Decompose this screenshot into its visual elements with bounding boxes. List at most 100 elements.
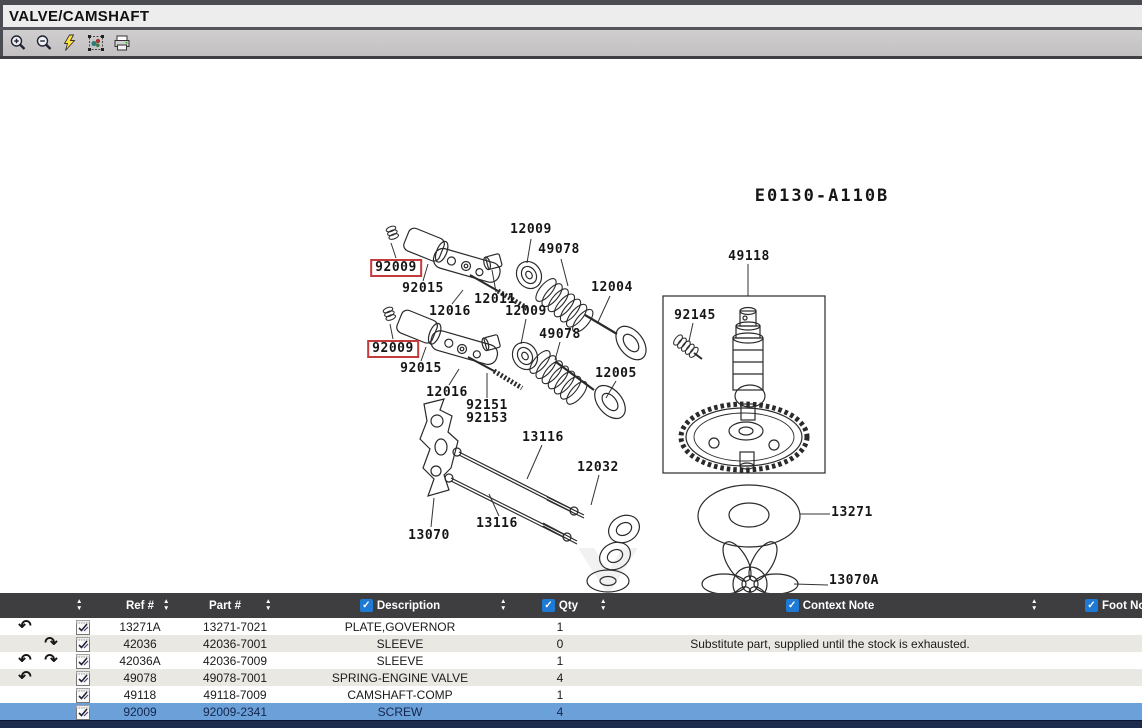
diagram-code-label: E0130-A110B xyxy=(755,189,890,203)
qty-cell: 0 xyxy=(510,637,610,651)
parts-table-header: ▲▼ Ref # ▲▼ Part # ▲▼ ✓ Description ▲▼ ✓… xyxy=(0,593,1142,618)
part-number-label: 12005 xyxy=(595,367,637,381)
parts-diagram xyxy=(0,59,1142,593)
context-note-cell: Substitute part, supplied until the stoc… xyxy=(610,637,1050,651)
redo-arrow-icon: ↷ xyxy=(38,636,64,652)
part-number-label[interactable]: 92009 xyxy=(367,340,419,358)
column-header-description[interactable]: ✓ Description xyxy=(290,593,510,618)
part-number-label: 13070 xyxy=(408,529,450,543)
parts-table-body: ↶ 13271A13271-7021PLATE,GOVERNOR1↷ 42036… xyxy=(0,618,1142,720)
table-row[interactable]: 9200992009-2341SCREW4 xyxy=(0,703,1142,720)
undo-arrow-icon: ↶ xyxy=(12,670,38,686)
part-number-label: 12009 xyxy=(505,305,547,319)
note-icon[interactable] xyxy=(76,670,90,686)
part-number-label: 13116 xyxy=(476,517,518,531)
ref-cell: 42036 xyxy=(100,637,180,651)
part-cell: 13271-7021 xyxy=(180,620,290,634)
note-icon[interactable] xyxy=(76,636,90,652)
column-header-qty[interactable]: ✓ Qty xyxy=(510,593,610,618)
part-number-label: 92145 xyxy=(674,309,716,323)
part-cell: 49118-7009 xyxy=(180,688,290,702)
part-number-label[interactable]: 92009 xyxy=(370,259,422,277)
part-cell: 49078-7001 xyxy=(180,671,290,685)
page-title: VALVE/CAMSHAFT xyxy=(3,8,149,25)
ref-cell: 49078 xyxy=(100,671,180,685)
part-number-label: 13271 xyxy=(831,506,873,520)
description-cell: SCREW xyxy=(290,705,510,719)
ref-cell: 92009 xyxy=(100,705,180,719)
qty-cell: 1 xyxy=(510,688,610,702)
description-cell: PLATE,GOVERNOR xyxy=(290,620,510,634)
checkbox-icon[interactable]: ✓ xyxy=(1085,599,1098,612)
lightning-icon[interactable] xyxy=(60,33,80,53)
part-number-label: 12032 xyxy=(577,461,619,475)
ref-cell: 49118 xyxy=(100,688,180,702)
part-number-label: 92015 xyxy=(402,282,444,296)
checkbox-icon[interactable]: ✓ xyxy=(542,599,555,612)
checkbox-icon[interactable]: ✓ xyxy=(786,599,799,612)
sort-icon[interactable]: ▲▼ xyxy=(600,598,606,612)
table-row[interactable]: ↶ 4907849078-7001SPRING-ENGINE VALVE4 xyxy=(0,669,1142,686)
redo-arrow-icon xyxy=(38,670,64,686)
redo-arrow-icon: ↷ xyxy=(38,653,64,669)
part-number-label: 49118 xyxy=(728,250,770,264)
row-history-arrows: ↶ xyxy=(0,670,66,686)
sort-icon[interactable]: ▲▼ xyxy=(163,598,169,612)
sort-icon[interactable]: ▲▼ xyxy=(76,598,82,612)
column-header-part[interactable]: Part # xyxy=(175,593,275,618)
table-row[interactable]: ↶ 13271A13271-7021PLATE,GOVERNOR1 xyxy=(0,618,1142,635)
part-number-label: 12009 xyxy=(510,223,552,237)
note-icon[interactable] xyxy=(76,704,90,720)
part-number-label: 92153 xyxy=(466,412,508,426)
parts-catalog-window: VALVE/CAMSHAFT xyxy=(0,0,1142,728)
redo-arrow-icon xyxy=(38,619,64,635)
description-cell: SLEEVE xyxy=(290,637,510,651)
qty-cell: 4 xyxy=(510,705,610,719)
part-number-label: 13070A xyxy=(829,574,879,588)
part-cell: 92009-2341 xyxy=(180,705,290,719)
note-icon[interactable] xyxy=(76,653,90,669)
part-cell: 42036-7009 xyxy=(180,654,290,668)
part-cell: 42036-7001 xyxy=(180,637,290,651)
sort-icon[interactable]: ▲▼ xyxy=(1031,598,1037,612)
print-icon[interactable] xyxy=(112,33,132,53)
part-number-label: 13116 xyxy=(522,431,564,445)
image-select-icon[interactable] xyxy=(86,33,106,53)
ref-cell: 42036A xyxy=(100,654,180,668)
title-bar: VALVE/CAMSHAFT xyxy=(0,5,1142,27)
table-row[interactable]: 4911849118-7009CAMSHAFT-COMP1 xyxy=(0,686,1142,703)
part-number-label: 12004 xyxy=(591,281,633,295)
table-row[interactable]: ↷ 4203642036-7001SLEEVE0Substitute part,… xyxy=(0,635,1142,652)
qty-cell: 4 xyxy=(510,671,610,685)
undo-arrow-icon: ↶ xyxy=(12,653,38,669)
checkbox-icon[interactable]: ✓ xyxy=(360,599,373,612)
zoom-in-icon[interactable] xyxy=(8,33,28,53)
part-number-label: 12016 xyxy=(429,305,471,319)
undo-arrow-icon: ↶ xyxy=(12,619,38,635)
sort-icon[interactable]: ▲▼ xyxy=(500,598,506,612)
row-history-arrows: ↶ xyxy=(0,619,66,635)
bottom-status-bar xyxy=(0,720,1142,728)
note-icon[interactable] xyxy=(76,619,90,635)
part-number-label: 12016 xyxy=(426,386,468,400)
part-number-label: 49078 xyxy=(539,328,581,342)
sort-icon[interactable]: ▲▼ xyxy=(265,598,271,612)
ref-cell: 13271A xyxy=(100,620,180,634)
qty-cell: 1 xyxy=(510,620,610,634)
part-number-label: 92015 xyxy=(400,362,442,376)
row-history-arrows: ↶↷ xyxy=(0,653,66,669)
diagram-canvas[interactable]: E0130-A110B12009490789200992015120111201… xyxy=(0,59,1142,593)
description-cell: CAMSHAFT-COMP xyxy=(290,688,510,702)
table-row[interactable]: ↶↷ 42036A42036-7009SLEEVE1 xyxy=(0,652,1142,669)
zoom-out-icon[interactable] xyxy=(34,33,54,53)
part-number-label: 49078 xyxy=(538,243,580,257)
description-cell: SLEEVE xyxy=(290,654,510,668)
qty-cell: 1 xyxy=(510,654,610,668)
note-icon[interactable] xyxy=(76,687,90,703)
column-header-foot-note[interactable]: ✓ Foot Note xyxy=(1085,593,1142,618)
description-cell: SPRING-ENGINE VALVE xyxy=(290,671,510,685)
column-header-context-note[interactable]: ✓ Context Note xyxy=(610,593,1050,618)
diagram-toolbar xyxy=(0,30,1142,56)
undo-arrow-icon xyxy=(12,636,38,652)
row-history-arrows: ↷ xyxy=(0,636,66,652)
